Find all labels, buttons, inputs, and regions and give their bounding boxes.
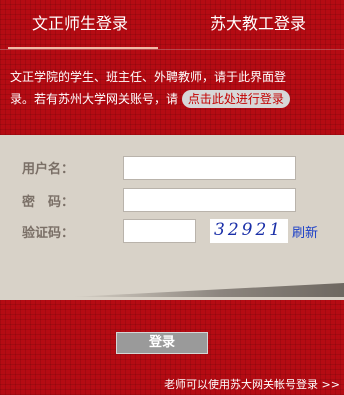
suda-login-link[interactable]: 点击此处进行登录 (181, 90, 290, 108)
login-button[interactable]: 登录 (116, 332, 208, 354)
login-notice: 文正学院的学生、班主任、外聘教师，请于此界面登 录。若有苏州大学网关账号，请 点… (10, 66, 340, 110)
header-panel: 文正师生登录 苏大教工登录 文正学院的学生、班主任、外聘教师，请于此界面登 录。… (0, 0, 344, 135)
notice-line-2-text: 录。若有苏州大学网关账号，请 (10, 92, 179, 106)
tabs-divider (0, 49, 344, 50)
tab-wenzheng-login[interactable]: 文正师生登录 (0, 0, 160, 47)
notice-line-2: 录。若有苏州大学网关账号，请 点击此处进行登录 (10, 88, 340, 110)
tab-suda-staff-login[interactable]: 苏大教工登录 (172, 0, 344, 47)
captcha-image[interactable]: 32921 (210, 219, 288, 243)
login-tabs: 文正师生登录 苏大教工登录 (0, 0, 344, 50)
password-input[interactable] (123, 188, 296, 212)
captcha-label: 验证码： (22, 226, 75, 241)
username-label: 用户名： (22, 162, 75, 177)
captcha-image-text: 32921 (214, 220, 284, 240)
username-input[interactable] (123, 156, 296, 180)
notice-line-1: 文正学院的学生、班主任、外聘教师，请于此界面登 (10, 70, 287, 84)
captcha-input[interactable] (123, 219, 196, 243)
suda-gateway-login-link[interactable]: 老师可以使用苏大网关帐号登录 >> (164, 376, 340, 392)
password-label: 密 码： (22, 195, 75, 210)
refresh-captcha-link[interactable]: 刷新 (292, 222, 318, 241)
